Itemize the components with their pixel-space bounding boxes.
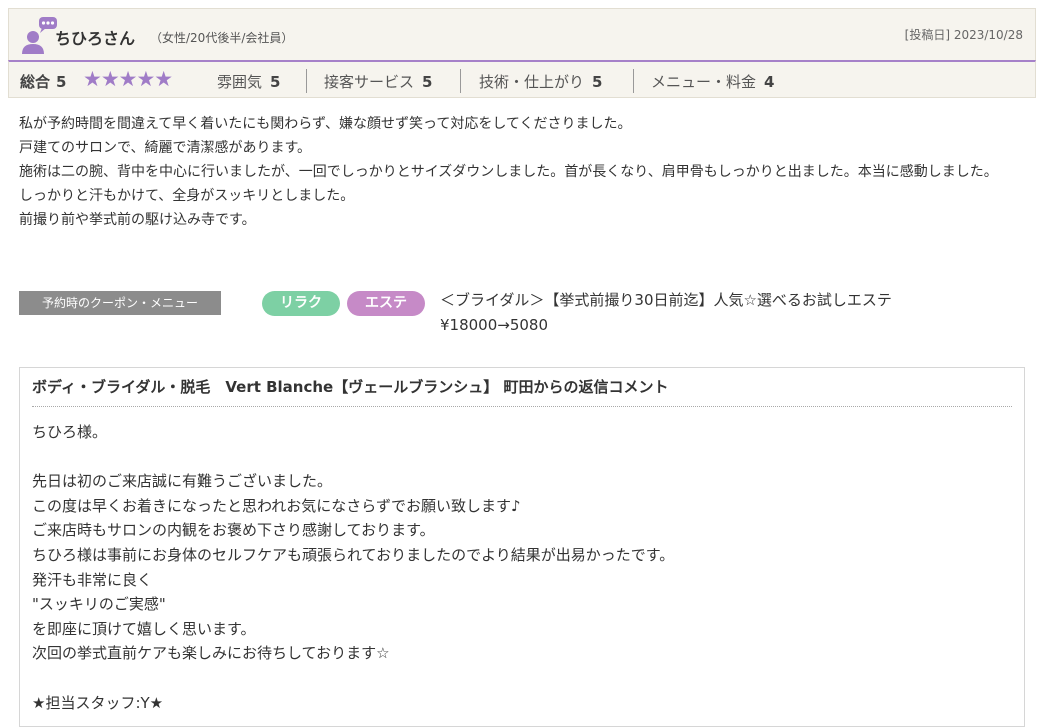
coupon-menu-label: 予約時のクーポン・メニュー <box>19 291 221 315</box>
reply-line: 先日は初のご来店誠に有難うございました。 <box>32 472 333 491</box>
reply-line: "スッキリのご実感" <box>32 595 166 614</box>
reply-line <box>32 666 1012 691</box>
rating-divider <box>306 69 307 93</box>
review-header: ちひろさん （女性/20代後半/会社員） [投稿日] 2023/10/28 <box>8 8 1036 60</box>
rating-service: 接客サービス 5 <box>324 71 432 92</box>
rating-value: 5 <box>592 73 603 91</box>
review-text: 私が予約時間を間違えて早く着いたにも関わらず、嫌な顔せず笑って対応をしてくださり… <box>19 112 1029 232</box>
rating-atmosphere: 雰囲気 5 <box>217 71 280 92</box>
reply-divider <box>32 406 1012 407</box>
review-paragraph: 戸建てのサロンで、綺麗で清潔感があります。 <box>19 140 312 156</box>
reply-line: ★担当スタッフ:Y★ <box>32 693 164 712</box>
reply-title: ボディ・ブライダル・脱毛 Vert Blanche【ヴェールブランシュ】 町田か… <box>32 378 669 396</box>
total-rating-label: 総合 <box>20 73 51 91</box>
rating-label: メニュー・料金 <box>651 73 757 91</box>
reply-line: 次回の挙式直前ケアも楽しみにお待ちしております☆ <box>32 644 390 663</box>
reply-line: ご来店時もサロンの内観をお褒め下さり感謝しております。 <box>32 521 435 540</box>
reply-line: ちひろ様は事前にお身体のセルフケアも頑張られておりましたのでより結果が出易かった… <box>32 545 675 564</box>
tag-relax: リラク <box>262 291 340 316</box>
star-rating-icon: ★★★★★ <box>83 67 173 91</box>
rating-label: 雰囲気 <box>217 73 263 91</box>
reply-line: ちひろ様。 <box>32 423 108 441</box>
rating-divider <box>633 69 634 93</box>
review-paragraph: 前撮り前や挙式前の駆け込み寺です。 <box>19 212 256 228</box>
tag-esthe: エステ <box>347 291 425 316</box>
rating-value: 5 <box>270 73 281 91</box>
review-paragraph: 施術は二の腕、背中を中心に行いましたが、一回でしっかりとサイズダウンしました。首… <box>19 164 998 180</box>
review-card: ちひろさん （女性/20代後半/会社員） [投稿日] 2023/10/28 総合… <box>0 0 1059 727</box>
review-paragraph: 私が予約時間を間違えて早く着いたにも関わらず、嫌な顔せず笑って対応をしてくださり… <box>19 116 632 132</box>
reviewer-name: ちひろさん <box>55 29 136 48</box>
rating-label: 技術・仕上がり <box>479 73 585 91</box>
rating-menu-price: メニュー・料金 4 <box>651 71 774 92</box>
reply-line: を即座に頂けて嬉しく思います。 <box>32 619 256 638</box>
reply-line: この度は早くお着きになったと思われお気になさらずでお願い致します♪ <box>32 496 521 515</box>
coupon-price: ¥18000→5080 <box>440 316 549 334</box>
rating-label: 接客サービス <box>324 73 415 91</box>
rating-value: 5 <box>422 73 433 91</box>
rating-divider <box>460 69 461 93</box>
reviewer-profile: （女性/20代後半/会社員） <box>150 31 294 45</box>
rating-value: 4 <box>764 73 775 91</box>
reply-body: ちひろ様。 先日は初のご来店誠に有難うございました。 この度は早くお着きになった… <box>32 420 1012 715</box>
user-chat-icon <box>22 17 57 54</box>
coupon-title-link[interactable]: ＜ブライダル＞【挙式前撮り30日前迄】人気☆選べるお試しエステ <box>440 289 892 310</box>
rating-technique: 技術・仕上がり 5 <box>479 71 602 92</box>
rating-bar: 総合 5 ★★★★★ 雰囲気 5 接客サービス 5 技術・仕上がり 5 メニュー・料金 4 <box>8 60 1036 98</box>
review-paragraph: しっかりと汗もかけて、全身がスッキリとしました。 <box>19 188 355 204</box>
total-rating-value: 5 <box>56 73 67 91</box>
total-rating: 総合 5 <box>20 71 66 92</box>
reply-line: 発汗も非常に良く <box>32 570 153 589</box>
salon-reply: ボディ・ブライダル・脱毛 Vert Blanche【ヴェールブランシュ】 町田か… <box>19 367 1025 727</box>
post-date: [投稿日] 2023/10/28 <box>904 28 1023 42</box>
reply-line <box>32 445 1012 470</box>
